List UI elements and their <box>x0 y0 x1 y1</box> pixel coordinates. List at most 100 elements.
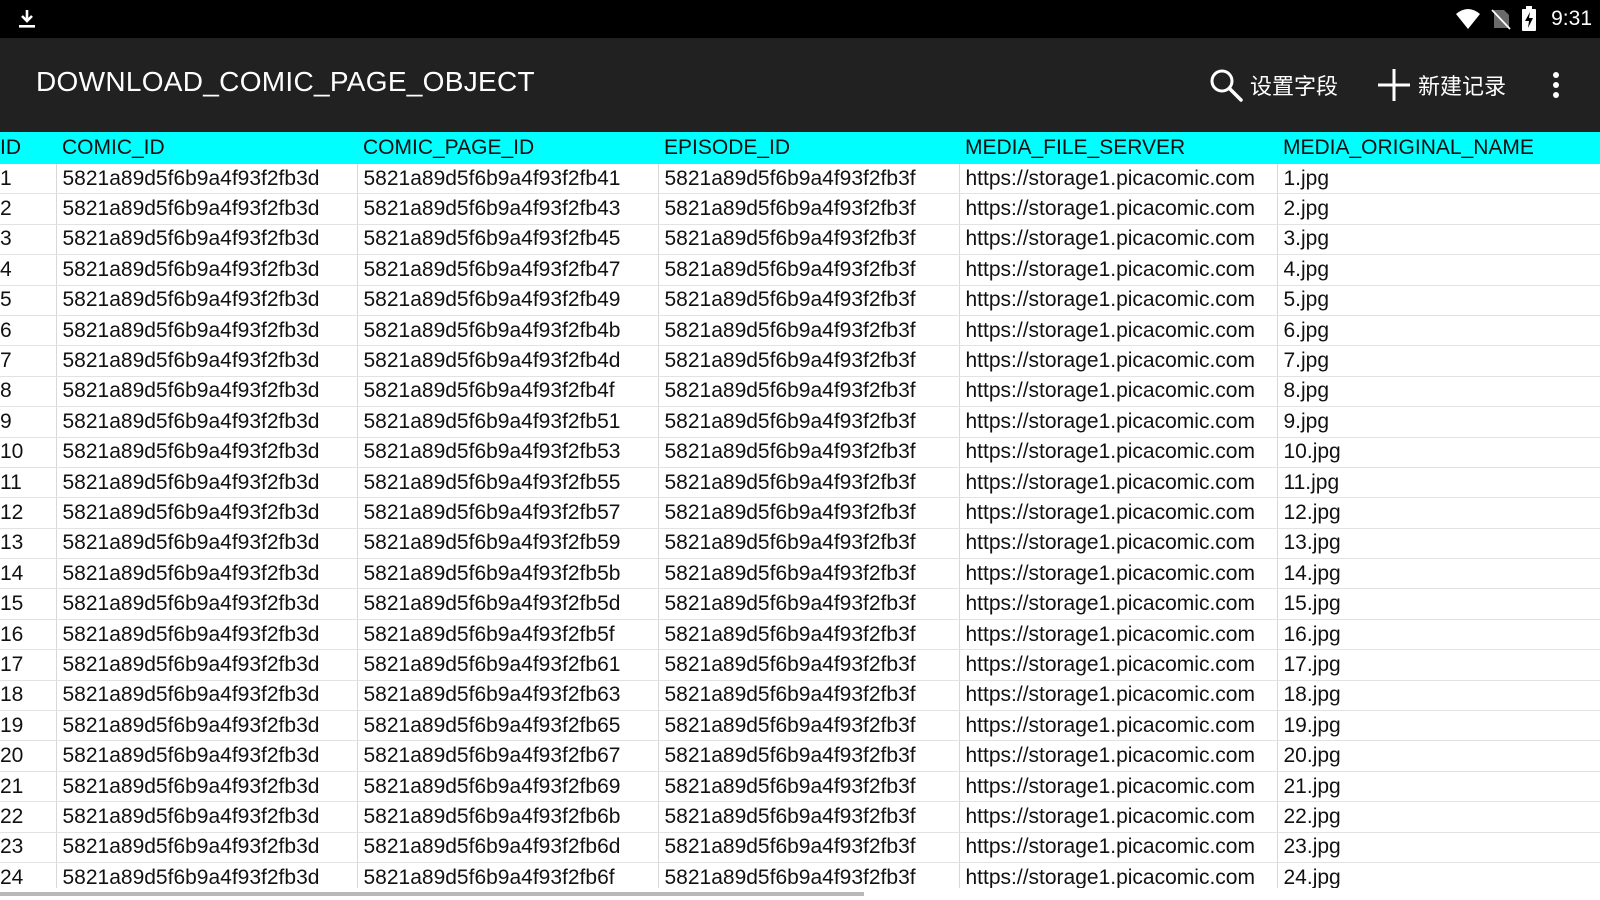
table-row[interactable]: 17 5821a89d5f6b9a4f93f2fb3d 5821a89d5f6b9a… <box>0 649 1600 681</box>
table-row[interactable]: 9 5821a89d5f6b9a4f93f2fb3d 5821a89d5f6b9a4… <box>0 406 1600 438</box>
set-fields-button[interactable]: 设置字段 <box>1208 66 1338 104</box>
table-cell[interactable]: 5821a89d5f6b9a4f93f2fb43 <box>357 193 659 225</box>
table-cell[interactable]: https://storage1.picacomic.com <box>959 497 1278 529</box>
table-cell[interactable]: https://storage1.picacomic.com <box>959 285 1278 316</box>
table-cell[interactable]: 5821a89d5f6b9a4f93f2fb41 <box>357 164 659 195</box>
horizontal-scrollbar-thumb[interactable] <box>0 892 864 896</box>
table-cell[interactable]: 5821a89d5f6b9a4f93f2fb3d <box>56 832 358 863</box>
table-cell[interactable]: 5821a89d5f6b9a4f93f2fb3d <box>56 649 358 681</box>
table-row[interactable]: 13 5821a89d5f6b9a4f93f2fb3d 5821a89d5f6b9a… <box>0 528 1600 560</box>
column-header-media-original-name[interactable]: MEDIA_ORIGINAL_NAME <box>1277 132 1600 164</box>
table-cell[interactable]: https://storage1.picacomic.com <box>959 254 1278 286</box>
table-cell[interactable]: 5821a89d5f6b9a4f93f2fb3f <box>658 619 960 651</box>
table-cell[interactable]: 5821a89d5f6b9a4f93f2fb3f <box>658 497 960 529</box>
table-cell[interactable]: 6.jpg <box>1277 315 1600 347</box>
table-cell[interactable]: 5821a89d5f6b9a4f93f2fb3d <box>56 285 358 316</box>
table-cell[interactable]: 22 <box>0 801 57 833</box>
table-cell[interactable]: 5821a89d5f6b9a4f93f2fb5b <box>357 558 659 590</box>
table-cell[interactable]: 5821a89d5f6b9a4f93f2fb3f <box>658 680 960 712</box>
table-row[interactable]: 2 5821a89d5f6b9a4f93f2fb3d 5821a89d5f6b9a4… <box>0 193 1600 225</box>
table-cell[interactable]: 5821a89d5f6b9a4f93f2fb51 <box>357 406 659 438</box>
table-cell[interactable]: 5821a89d5f6b9a4f93f2fb3d <box>56 437 358 468</box>
table-cell[interactable]: https://storage1.picacomic.com <box>959 862 1278 888</box>
table-cell[interactable]: 14 <box>0 558 57 590</box>
table-cell[interactable]: 22.jpg <box>1277 801 1600 833</box>
table-cell[interactable]: 15.jpg <box>1277 588 1600 620</box>
table-cell[interactable]: 5821a89d5f6b9a4f93f2fb3f <box>658 254 960 286</box>
table-cell[interactable]: 5821a89d5f6b9a4f93f2fb3d <box>56 467 358 499</box>
table-row[interactable]: 18 5821a89d5f6b9a4f93f2fb3d 5821a89d5f6b9a… <box>0 680 1600 712</box>
table-row[interactable]: 20 5821a89d5f6b9a4f93f2fb3d 5821a89d5f6b9a… <box>0 740 1600 772</box>
table-cell[interactable]: 5821a89d5f6b9a4f93f2fb3f <box>658 771 960 803</box>
table-cell[interactable]: 5821a89d5f6b9a4f93f2fb3d <box>56 254 358 286</box>
table-cell[interactable]: 5821a89d5f6b9a4f93f2fb3d <box>56 497 358 529</box>
table-cell[interactable]: 11 <box>0 467 57 499</box>
table-cell[interactable]: 16 <box>0 619 57 651</box>
table-cell[interactable]: 3 <box>0 224 57 256</box>
table-cell[interactable]: 21.jpg <box>1277 771 1600 803</box>
table-row[interactable]: 1 5821a89d5f6b9a4f93f2fb3d 5821a89d5f6b9a4… <box>0 164 1600 195</box>
table-cell[interactable]: 14.jpg <box>1277 558 1600 590</box>
table-cell[interactable]: 12.jpg <box>1277 497 1600 529</box>
table-row[interactable]: 24 5821a89d5f6b9a4f93f2fb3d 5821a89d5f6b9a… <box>0 862 1600 888</box>
table-cell[interactable]: https://storage1.picacomic.com <box>959 771 1278 803</box>
table-cell[interactable]: 16.jpg <box>1277 619 1600 651</box>
table-cell[interactable]: 5821a89d5f6b9a4f93f2fb59 <box>357 528 659 560</box>
table-cell[interactable]: 5821a89d5f6b9a4f93f2fb3d <box>56 710 358 742</box>
table-cell[interactable]: 2 <box>0 193 57 225</box>
table-cell[interactable]: 5821a89d5f6b9a4f93f2fb6d <box>357 832 659 863</box>
table-cell[interactable]: 4.jpg <box>1277 254 1600 286</box>
table-cell[interactable]: 5821a89d5f6b9a4f93f2fb3f <box>658 588 960 620</box>
table-cell[interactable]: 17 <box>0 649 57 681</box>
table-cell[interactable]: https://storage1.picacomic.com <box>959 164 1278 195</box>
table-row[interactable]: 14 5821a89d5f6b9a4f93f2fb3d 5821a89d5f6b9a… <box>0 558 1600 590</box>
table-cell[interactable]: https://storage1.picacomic.com <box>959 376 1278 408</box>
table-cell[interactable]: 5821a89d5f6b9a4f93f2fb3d <box>56 193 358 225</box>
table-cell[interactable]: https://storage1.picacomic.com <box>959 345 1278 377</box>
table-cell[interactable]: https://storage1.picacomic.com <box>959 740 1278 772</box>
table-cell[interactable]: 5821a89d5f6b9a4f93f2fb3f <box>658 710 960 742</box>
table-cell[interactable]: https://storage1.picacomic.com <box>959 588 1278 620</box>
table-cell[interactable]: https://storage1.picacomic.com <box>959 224 1278 256</box>
table-cell[interactable]: 5 <box>0 285 57 316</box>
column-header-comic-id[interactable]: COMIC_ID <box>56 132 357 164</box>
table-cell[interactable]: https://storage1.picacomic.com <box>959 649 1278 681</box>
table-cell[interactable]: 5821a89d5f6b9a4f93f2fb3d <box>56 680 358 712</box>
table-cell[interactable]: 5821a89d5f6b9a4f93f2fb3f <box>658 315 960 347</box>
column-header-id[interactable]: ID <box>0 132 56 164</box>
table-cell[interactable]: 5821a89d5f6b9a4f93f2fb49 <box>357 285 659 316</box>
table-cell[interactable]: 5821a89d5f6b9a4f93f2fb5d <box>357 588 659 620</box>
table-cell[interactable]: 5821a89d5f6b9a4f93f2fb3f <box>658 862 960 888</box>
table-cell[interactable]: 5821a89d5f6b9a4f93f2fb6f <box>357 862 659 888</box>
table-row[interactable]: 5 5821a89d5f6b9a4f93f2fb3d 5821a89d5f6b9a4… <box>0 285 1600 316</box>
table-cell[interactable]: 5821a89d5f6b9a4f93f2fb3f <box>658 285 960 316</box>
table-cell[interactable]: 1 <box>0 164 57 195</box>
table-cell[interactable]: 10 <box>0 437 57 468</box>
table-cell[interactable]: 5821a89d5f6b9a4f93f2fb3f <box>658 740 960 772</box>
table-cell[interactable]: 24 <box>0 862 57 888</box>
table-cell[interactable]: 5821a89d5f6b9a4f93f2fb3d <box>56 771 358 803</box>
table-cell[interactable]: 1.jpg <box>1277 164 1600 195</box>
table-row[interactable]: 15 5821a89d5f6b9a4f93f2fb3d 5821a89d5f6b9a… <box>0 588 1600 620</box>
table-cell[interactable]: 23 <box>0 832 57 863</box>
table-cell[interactable]: 11.jpg <box>1277 467 1600 499</box>
table-cell[interactable]: 2.jpg <box>1277 193 1600 225</box>
table-cell[interactable]: 20.jpg <box>1277 740 1600 772</box>
table-cell[interactable]: https://storage1.picacomic.com <box>959 467 1278 499</box>
table-cell[interactable]: 5821a89d5f6b9a4f93f2fb67 <box>357 740 659 772</box>
table-cell[interactable]: 5821a89d5f6b9a4f93f2fb3f <box>658 437 960 468</box>
table-cell[interactable]: 5821a89d5f6b9a4f93f2fb3d <box>56 801 358 833</box>
table-cell[interactable]: 5821a89d5f6b9a4f93f2fb3d <box>56 315 358 347</box>
table-cell[interactable]: 5821a89d5f6b9a4f93f2fb63 <box>357 680 659 712</box>
table-cell[interactable]: 17.jpg <box>1277 649 1600 681</box>
table-row[interactable]: 10 5821a89d5f6b9a4f93f2fb3d 5821a89d5f6b9a… <box>0 437 1600 468</box>
table-row[interactable]: 7 5821a89d5f6b9a4f93f2fb3d 5821a89d5f6b9a4… <box>0 345 1600 377</box>
column-header-episode-id[interactable]: EPISODE_ID <box>658 132 959 164</box>
table-cell[interactable]: 23.jpg <box>1277 832 1600 863</box>
table-cell[interactable]: 24.jpg <box>1277 862 1600 888</box>
table-cell[interactable]: 5821a89d5f6b9a4f93f2fb3f <box>658 649 960 681</box>
overflow-menu-button[interactable] <box>1546 66 1566 104</box>
table-cell[interactable]: 5821a89d5f6b9a4f93f2fb57 <box>357 497 659 529</box>
table-cell[interactable]: 5821a89d5f6b9a4f93f2fb69 <box>357 771 659 803</box>
table-cell[interactable]: 6 <box>0 315 57 347</box>
